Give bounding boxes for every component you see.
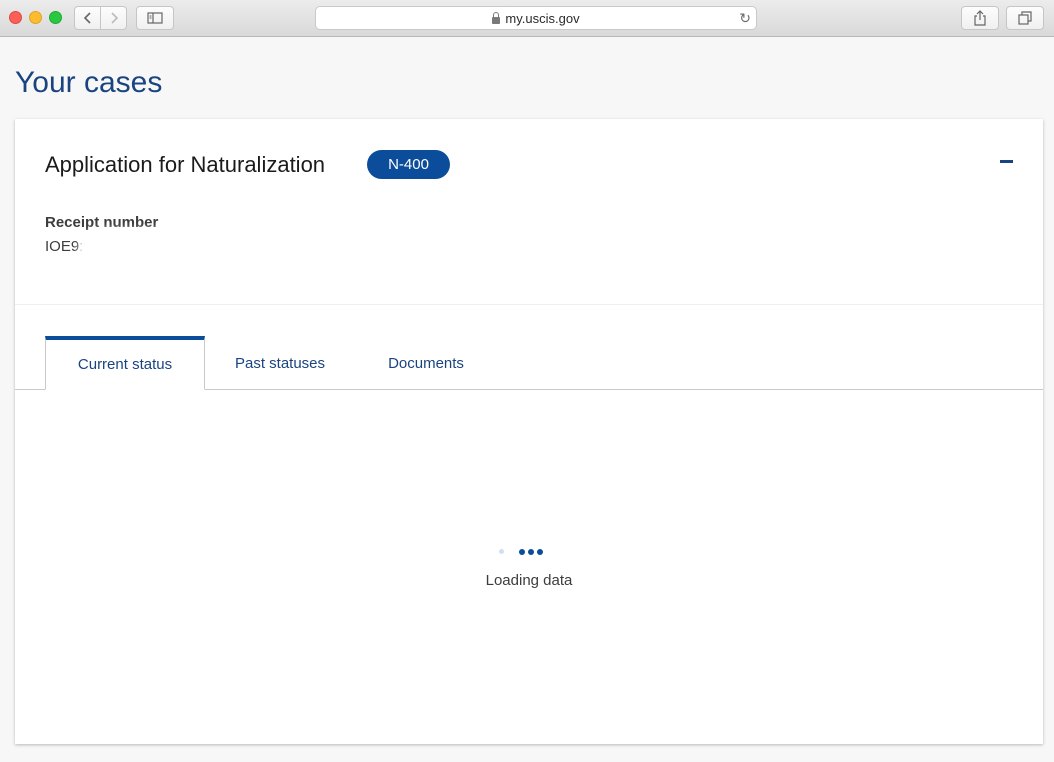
sidebar-toggle-button[interactable] [136, 6, 174, 30]
tab-documents[interactable]: Documents [371, 336, 481, 390]
loading-dot [499, 549, 504, 554]
form-type-badge: N-400 [367, 150, 450, 179]
loading-dot [537, 549, 543, 555]
page-title: Your cases [15, 66, 163, 99]
lock-icon [492, 11, 501, 24]
share-button[interactable] [961, 6, 999, 30]
sidebar-icon [147, 12, 163, 24]
chevron-right-icon [110, 12, 118, 24]
tab-past-statuses[interactable]: Past statuses [220, 336, 340, 390]
section-divider [15, 304, 1043, 305]
close-window-button[interactable] [9, 11, 22, 24]
receipt-number-value: IOE9: [45, 238, 84, 255]
back-button[interactable] [74, 6, 101, 30]
browser-toolbar: my.uscis.gov ↻ [0, 0, 1054, 37]
case-title: Application for Naturalization [45, 152, 326, 177]
tab-current-status[interactable]: Current status [45, 336, 205, 390]
chevron-left-icon [83, 12, 91, 24]
zoom-window-button[interactable] [49, 11, 62, 24]
minimize-window-button[interactable] [29, 11, 42, 24]
redaction-mask [83, 233, 167, 263]
reload-icon[interactable]: ↻ [739, 10, 751, 27]
case-card: Application for Naturalization N-400 Rec… [15, 119, 1043, 744]
share-icon [974, 10, 986, 26]
loading-dot [528, 549, 534, 555]
tabs-icon [1018, 11, 1032, 25]
loading-dot [519, 549, 525, 555]
url-text: my.uscis.gov [505, 10, 580, 26]
receipt-number-label: Receipt number [45, 214, 159, 231]
collapse-icon[interactable] [1000, 160, 1013, 163]
loading-text: Loading data [485, 572, 573, 589]
tab-overview-button[interactable] [1006, 6, 1044, 30]
address-bar[interactable]: my.uscis.gov ↻ [315, 6, 757, 30]
loading-spinner [499, 549, 569, 557]
forward-button[interactable] [100, 6, 127, 30]
